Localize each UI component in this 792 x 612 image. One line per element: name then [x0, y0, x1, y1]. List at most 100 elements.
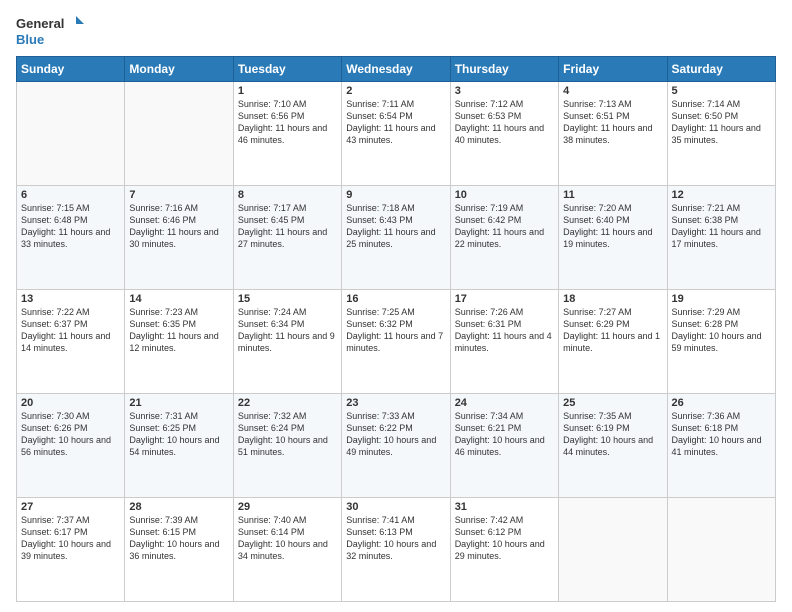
calendar-cell: 14Sunrise: 7:23 AMSunset: 6:35 PMDayligh… — [125, 290, 233, 394]
day-info: Sunrise: 7:27 AMSunset: 6:29 PMDaylight:… — [563, 306, 662, 355]
day-info: Sunrise: 7:16 AMSunset: 6:46 PMDaylight:… — [129, 202, 228, 251]
day-number: 29 — [238, 501, 337, 513]
calendar-cell: 31Sunrise: 7:42 AMSunset: 6:12 PMDayligh… — [450, 498, 558, 602]
calendar-cell: 4Sunrise: 7:13 AMSunset: 6:51 PMDaylight… — [559, 82, 667, 186]
day-number: 6 — [21, 189, 120, 201]
day-number: 28 — [129, 501, 228, 513]
calendar-cell: 12Sunrise: 7:21 AMSunset: 6:38 PMDayligh… — [667, 186, 775, 290]
day-number: 26 — [672, 397, 771, 409]
day-info: Sunrise: 7:40 AMSunset: 6:14 PMDaylight:… — [238, 514, 337, 563]
logo: General Blue — [16, 12, 86, 50]
calendar-cell: 7Sunrise: 7:16 AMSunset: 6:46 PMDaylight… — [125, 186, 233, 290]
day-info: Sunrise: 7:18 AMSunset: 6:43 PMDaylight:… — [346, 202, 445, 251]
day-info: Sunrise: 7:30 AMSunset: 6:26 PMDaylight:… — [21, 410, 120, 459]
day-number: 23 — [346, 397, 445, 409]
day-number: 25 — [563, 397, 662, 409]
calendar-cell: 26Sunrise: 7:36 AMSunset: 6:18 PMDayligh… — [667, 394, 775, 498]
day-number: 31 — [455, 501, 554, 513]
calendar-table: SundayMondayTuesdayWednesdayThursdayFrid… — [16, 56, 776, 602]
header: General Blue — [16, 12, 776, 50]
day-info: Sunrise: 7:26 AMSunset: 6:31 PMDaylight:… — [455, 306, 554, 355]
day-number: 2 — [346, 85, 445, 97]
day-info: Sunrise: 7:25 AMSunset: 6:32 PMDaylight:… — [346, 306, 445, 355]
day-number: 27 — [21, 501, 120, 513]
calendar-week-4: 20Sunrise: 7:30 AMSunset: 6:26 PMDayligh… — [17, 394, 776, 498]
day-number: 20 — [21, 397, 120, 409]
day-info: Sunrise: 7:23 AMSunset: 6:35 PMDaylight:… — [129, 306, 228, 355]
calendar-cell: 5Sunrise: 7:14 AMSunset: 6:50 PMDaylight… — [667, 82, 775, 186]
day-info: Sunrise: 7:13 AMSunset: 6:51 PMDaylight:… — [563, 98, 662, 147]
day-info: Sunrise: 7:33 AMSunset: 6:22 PMDaylight:… — [346, 410, 445, 459]
day-number: 1 — [238, 85, 337, 97]
calendar-cell: 1Sunrise: 7:10 AMSunset: 6:56 PMDaylight… — [233, 82, 341, 186]
day-info: Sunrise: 7:14 AMSunset: 6:50 PMDaylight:… — [672, 98, 771, 147]
day-number: 4 — [563, 85, 662, 97]
calendar-cell: 23Sunrise: 7:33 AMSunset: 6:22 PMDayligh… — [342, 394, 450, 498]
calendar-cell: 13Sunrise: 7:22 AMSunset: 6:37 PMDayligh… — [17, 290, 125, 394]
day-number: 12 — [672, 189, 771, 201]
weekday-header-sunday: Sunday — [17, 57, 125, 82]
day-info: Sunrise: 7:10 AMSunset: 6:56 PMDaylight:… — [238, 98, 337, 147]
weekday-header-monday: Monday — [125, 57, 233, 82]
day-number: 19 — [672, 293, 771, 305]
calendar-cell: 22Sunrise: 7:32 AMSunset: 6:24 PMDayligh… — [233, 394, 341, 498]
weekday-header-tuesday: Tuesday — [233, 57, 341, 82]
weekday-header-saturday: Saturday — [667, 57, 775, 82]
day-number: 3 — [455, 85, 554, 97]
day-info: Sunrise: 7:24 AMSunset: 6:34 PMDaylight:… — [238, 306, 337, 355]
calendar-cell: 25Sunrise: 7:35 AMSunset: 6:19 PMDayligh… — [559, 394, 667, 498]
svg-text:General: General — [16, 16, 64, 31]
day-number: 11 — [563, 189, 662, 201]
day-info: Sunrise: 7:15 AMSunset: 6:48 PMDaylight:… — [21, 202, 120, 251]
weekday-header-thursday: Thursday — [450, 57, 558, 82]
calendar-cell — [667, 498, 775, 602]
day-number: 5 — [672, 85, 771, 97]
calendar-cell: 27Sunrise: 7:37 AMSunset: 6:17 PMDayligh… — [17, 498, 125, 602]
calendar-cell: 3Sunrise: 7:12 AMSunset: 6:53 PMDaylight… — [450, 82, 558, 186]
calendar-cell — [17, 82, 125, 186]
day-number: 18 — [563, 293, 662, 305]
weekday-header-friday: Friday — [559, 57, 667, 82]
day-info: Sunrise: 7:21 AMSunset: 6:38 PMDaylight:… — [672, 202, 771, 251]
calendar-week-3: 13Sunrise: 7:22 AMSunset: 6:37 PMDayligh… — [17, 290, 776, 394]
day-info: Sunrise: 7:17 AMSunset: 6:45 PMDaylight:… — [238, 202, 337, 251]
day-number: 22 — [238, 397, 337, 409]
day-info: Sunrise: 7:36 AMSunset: 6:18 PMDaylight:… — [672, 410, 771, 459]
calendar-cell: 18Sunrise: 7:27 AMSunset: 6:29 PMDayligh… — [559, 290, 667, 394]
calendar-cell: 16Sunrise: 7:25 AMSunset: 6:32 PMDayligh… — [342, 290, 450, 394]
calendar-cell: 29Sunrise: 7:40 AMSunset: 6:14 PMDayligh… — [233, 498, 341, 602]
day-info: Sunrise: 7:34 AMSunset: 6:21 PMDaylight:… — [455, 410, 554, 459]
day-number: 24 — [455, 397, 554, 409]
day-info: Sunrise: 7:19 AMSunset: 6:42 PMDaylight:… — [455, 202, 554, 251]
day-info: Sunrise: 7:22 AMSunset: 6:37 PMDaylight:… — [21, 306, 120, 355]
calendar-cell — [559, 498, 667, 602]
day-number: 17 — [455, 293, 554, 305]
day-info: Sunrise: 7:31 AMSunset: 6:25 PMDaylight:… — [129, 410, 228, 459]
day-info: Sunrise: 7:39 AMSunset: 6:15 PMDaylight:… — [129, 514, 228, 563]
day-info: Sunrise: 7:11 AMSunset: 6:54 PMDaylight:… — [346, 98, 445, 147]
calendar-cell: 9Sunrise: 7:18 AMSunset: 6:43 PMDaylight… — [342, 186, 450, 290]
svg-text:Blue: Blue — [16, 32, 44, 47]
calendar-cell: 6Sunrise: 7:15 AMSunset: 6:48 PMDaylight… — [17, 186, 125, 290]
calendar-cell: 20Sunrise: 7:30 AMSunset: 6:26 PMDayligh… — [17, 394, 125, 498]
calendar-cell: 10Sunrise: 7:19 AMSunset: 6:42 PMDayligh… — [450, 186, 558, 290]
day-number: 9 — [346, 189, 445, 201]
calendar-cell — [125, 82, 233, 186]
page: General Blue SundayMondayTuesdayWednesda… — [0, 0, 792, 612]
day-number: 30 — [346, 501, 445, 513]
calendar-week-5: 27Sunrise: 7:37 AMSunset: 6:17 PMDayligh… — [17, 498, 776, 602]
calendar-cell: 24Sunrise: 7:34 AMSunset: 6:21 PMDayligh… — [450, 394, 558, 498]
day-info: Sunrise: 7:29 AMSunset: 6:28 PMDaylight:… — [672, 306, 771, 355]
calendar-cell: 17Sunrise: 7:26 AMSunset: 6:31 PMDayligh… — [450, 290, 558, 394]
day-number: 7 — [129, 189, 228, 201]
day-info: Sunrise: 7:35 AMSunset: 6:19 PMDaylight:… — [563, 410, 662, 459]
day-number: 15 — [238, 293, 337, 305]
day-number: 13 — [21, 293, 120, 305]
day-info: Sunrise: 7:41 AMSunset: 6:13 PMDaylight:… — [346, 514, 445, 563]
calendar-cell: 2Sunrise: 7:11 AMSunset: 6:54 PMDaylight… — [342, 82, 450, 186]
calendar-cell: 30Sunrise: 7:41 AMSunset: 6:13 PMDayligh… — [342, 498, 450, 602]
weekday-header-row: SundayMondayTuesdayWednesdayThursdayFrid… — [17, 57, 776, 82]
calendar-cell: 11Sunrise: 7:20 AMSunset: 6:40 PMDayligh… — [559, 186, 667, 290]
calendar-cell: 19Sunrise: 7:29 AMSunset: 6:28 PMDayligh… — [667, 290, 775, 394]
calendar-cell: 15Sunrise: 7:24 AMSunset: 6:34 PMDayligh… — [233, 290, 341, 394]
